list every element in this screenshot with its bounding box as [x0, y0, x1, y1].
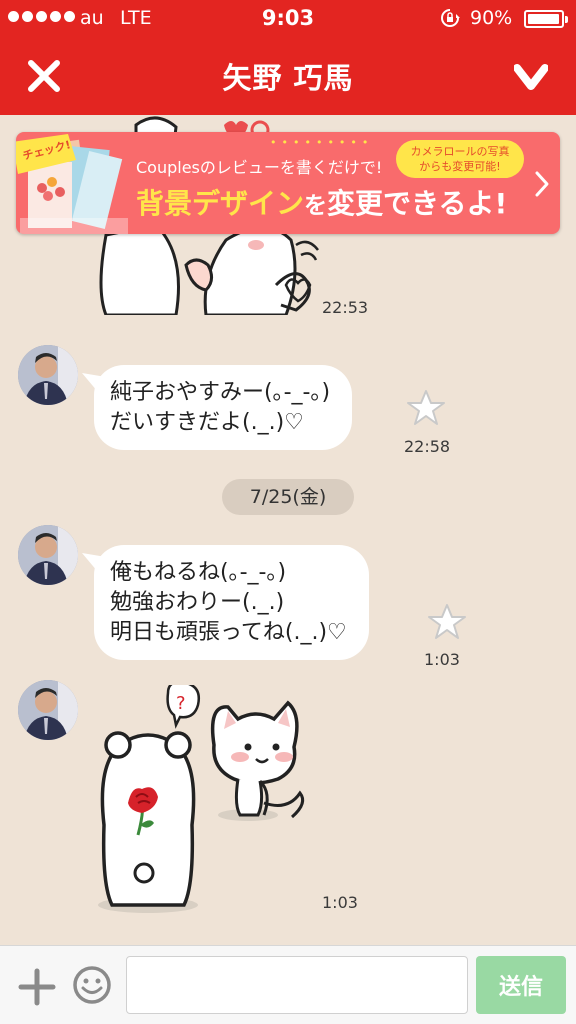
message-time: 22:53 [322, 298, 369, 317]
message-bubble[interactable]: 純子おやすみー(｡-_-｡) だいすきだよ(._.)♡ [94, 365, 353, 450]
avatar-photo [18, 345, 78, 405]
avatar[interactable] [18, 680, 78, 740]
message-input[interactable] [126, 956, 468, 1014]
smiley-icon[interactable] [72, 965, 112, 1005]
banner-headline-highlight: 背景デザイン [136, 187, 305, 220]
message-line: 明日も頑張ってね(._.)♡ [110, 620, 347, 645]
rotation-lock-icon [441, 9, 460, 27]
message-line: 勉強おわりー(._.) [110, 590, 285, 615]
banner-dots-decoration: ••••••••• [270, 136, 374, 149]
banner-headline: 背景デザインを変更できるよ! [136, 182, 507, 222]
banner-subtitle: Couplesのレビューを書くだけで! [136, 158, 383, 177]
sticker-bear-cat-rose[interactable]: ? [88, 685, 318, 920]
battery-icon [524, 10, 568, 28]
status-bar: au LTE 9:03 90% [0, 0, 576, 36]
message-input-bar: 送信 [0, 945, 576, 1024]
date-separator: 7/25(金) [222, 479, 354, 515]
chat-area[interactable]: チェック! ••••••••• Couplesのレビューを書くだけで! 背景デザ… [0, 115, 576, 945]
chat-title: 矢野 巧馬 [222, 61, 354, 95]
banner-headline-rest: 変更できるよ! [327, 187, 508, 220]
message-bubble[interactable]: 俺もねるね(｡-_-｡) 勉強おわりー(._.) 明日も頑張ってね(._.)♡ [94, 545, 369, 660]
avatar[interactable] [18, 345, 78, 405]
star-icon[interactable] [427, 603, 467, 641]
banner-headline-particle: を [304, 193, 328, 219]
banner-callout-line2: からも変更可能! [419, 160, 501, 173]
promo-banner[interactable]: チェック! ••••••••• Couplesのレビューを書くだけで! 背景デザ… [16, 132, 560, 234]
message-time: 1:03 [424, 650, 460, 669]
message-time: 22:58 [404, 437, 451, 456]
banner-callout: カメラロールの写真 からも変更可能! [396, 140, 524, 178]
banner-callout-line1: カメラロールの写真 [410, 145, 510, 158]
battery-percentage: 90% [470, 7, 513, 29]
message-line: だいすきだよ(._.)♡ [110, 410, 304, 435]
send-button[interactable]: 送信 [476, 956, 566, 1014]
avatar[interactable] [18, 525, 78, 585]
question-mark: ? [176, 693, 186, 714]
avatar-photo [18, 525, 78, 585]
chevron-down-icon[interactable] [514, 62, 548, 92]
avatar-photo [18, 680, 78, 740]
message-line: 純子おやすみー(｡-_-｡) [110, 380, 331, 405]
chevron-right-icon [535, 171, 549, 197]
star-icon[interactable] [406, 389, 446, 427]
chat-header: 矢野 巧馬 [0, 36, 576, 115]
plus-icon[interactable] [18, 968, 56, 1006]
message-time: 1:03 [322, 893, 358, 912]
message-line: 俺もねるね(｡-_-｡) [110, 560, 287, 585]
